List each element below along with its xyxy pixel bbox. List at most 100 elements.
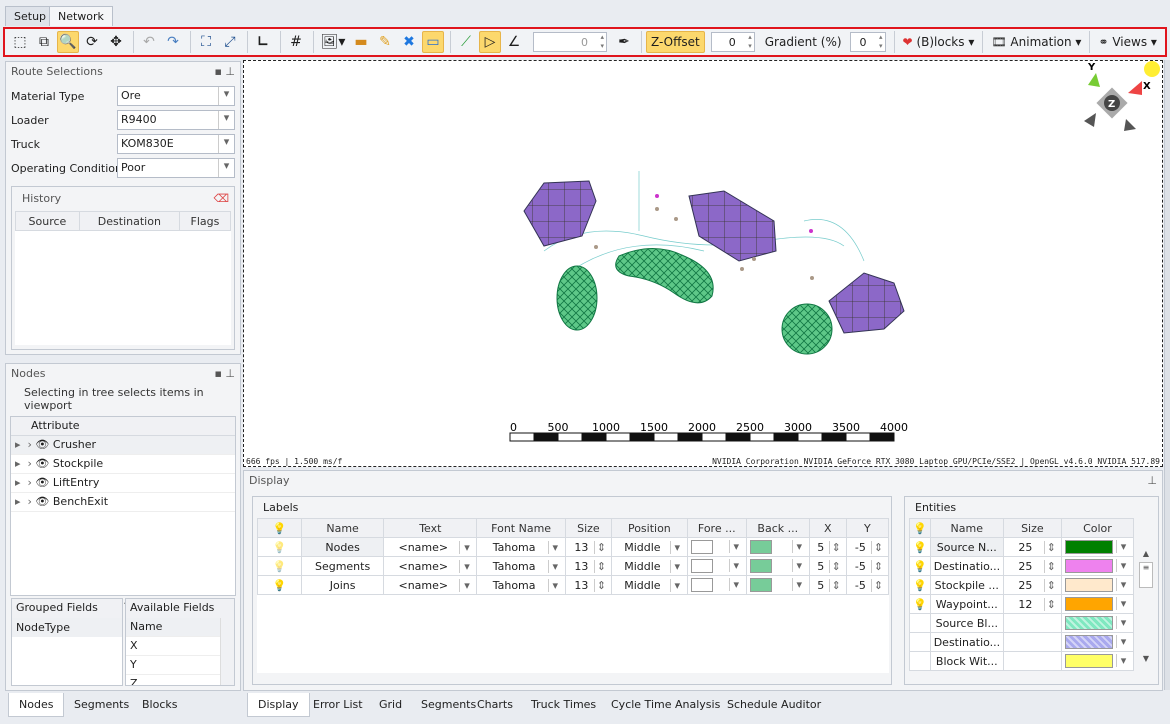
- node-tree-item[interactable]: ▸ › 👁 LiftEntry: [11, 474, 235, 493]
- attribute-header[interactable]: Attribute: [11, 417, 235, 436]
- label-text-select[interactable]: <name> ▾: [383, 537, 478, 557]
- y-offset-spinner[interactable]: -5 ⇕: [845, 575, 890, 595]
- bulb-icon[interactable]: [909, 632, 931, 652]
- node-tree-item[interactable]: ▸ › 👁 Crusher: [11, 436, 235, 455]
- labels-col[interactable]: Font Name: [476, 518, 566, 538]
- entity-row[interactable]: 💡 Stockpile ... 25 ⇕ ▾: [909, 575, 1135, 595]
- tab-setup[interactable]: Setup: [5, 6, 56, 26]
- font-select[interactable]: Tahoma ▾: [476, 537, 566, 557]
- fore-color-select[interactable]: ▾: [686, 556, 747, 576]
- labels-col[interactable]: Fore ...: [686, 518, 747, 538]
- loader-select[interactable]: R9400: [117, 110, 235, 130]
- entity-size[interactable]: 12 ⇕: [1002, 594, 1062, 614]
- numeric-input[interactable]: 0: [533, 32, 607, 52]
- left-tab-nodes[interactable]: Nodes: [8, 693, 65, 717]
- entity-color-select[interactable]: ▾: [1060, 632, 1135, 652]
- history-col-flags[interactable]: Flags: [178, 211, 232, 231]
- entity-color-select[interactable]: ▾: [1060, 594, 1135, 614]
- zoom-all-icon[interactable]: ⤢: [219, 31, 241, 53]
- bottom-tab-charts[interactable]: Charts: [467, 693, 523, 717]
- viewport[interactable]: 0 500 1000 1500 2000 2500 3000 3500 4000 Z Y X 6…: [243, 60, 1163, 467]
- back-color-select[interactable]: ▾: [745, 556, 810, 576]
- bulb-icon[interactable]: 💡: [257, 575, 302, 595]
- orbit-icon[interactable]: ⟳: [81, 31, 103, 53]
- panel-pin-icon[interactable]: ⊥: [1147, 474, 1157, 488]
- redo-icon[interactable]: ↷: [162, 31, 184, 53]
- node-select-icon[interactable]: ▷: [479, 31, 501, 53]
- animation-menu[interactable]: 🎞 Animation ▾: [987, 35, 1085, 49]
- entity-color-select[interactable]: ▾: [1060, 651, 1135, 671]
- bulb-icon[interactable]: 💡: [909, 575, 931, 595]
- bottom-tab-truck-times[interactable]: Truck Times: [521, 693, 606, 717]
- size-spinner[interactable]: 13 ⇕: [564, 575, 613, 595]
- entity-size[interactable]: [1002, 632, 1062, 652]
- undo-icon[interactable]: ↶: [138, 31, 160, 53]
- pencil-icon[interactable]: ✎: [374, 31, 396, 53]
- panel-pin-icon[interactable]: ▪ ⊥: [214, 65, 235, 79]
- zoom-icon[interactable]: 🔍: [57, 31, 79, 53]
- fore-color-select[interactable]: ▾: [686, 575, 747, 595]
- operating-conditions-select[interactable]: Poor: [117, 158, 235, 178]
- size-spinner[interactable]: 13 ⇕: [564, 537, 613, 557]
- panel-pin-icon[interactable]: ▪ ⊥: [214, 367, 235, 381]
- bottom-tab-display[interactable]: Display: [247, 693, 310, 717]
- image-dropdown-icon[interactable]: 🖼▾: [318, 31, 348, 53]
- ruler-icon[interactable]: ▬: [350, 31, 372, 53]
- truck-select[interactable]: KOM830E: [117, 134, 235, 154]
- back-color-select[interactable]: ▾: [745, 537, 810, 557]
- entity-row[interactable]: 💡 Waypoint... 12 ⇕ ▾: [909, 594, 1135, 614]
- eraser-icon[interactable]: ⌫: [213, 192, 229, 208]
- label-row[interactable]: 💡 Joins <name> ▾ Tahoma ▾ 13 ⇕ Middle ▾ ▾ ▾ 5 ⇕ -5 ⇕: [257, 575, 890, 595]
- bulb-col-icon[interactable]: 💡: [909, 518, 931, 538]
- bulb-icon[interactable]: 💡: [257, 537, 302, 557]
- history-col-destination[interactable]: Destination: [78, 211, 180, 231]
- left-tab-segments[interactable]: Segments: [64, 693, 139, 717]
- label-icon[interactable]: ▭: [422, 31, 444, 53]
- zoom-extents-icon[interactable]: ⛶: [195, 31, 217, 53]
- node-tree-item[interactable]: ▸ › 👁 BenchExit: [11, 493, 235, 512]
- labels-col[interactable]: Text: [383, 518, 478, 538]
- grid-icon[interactable]: #: [285, 31, 307, 53]
- position-select[interactable]: Middle ▾: [611, 556, 688, 576]
- label-text-select[interactable]: <name> ▾: [383, 556, 478, 576]
- entity-row[interactable]: 💡 Destinatio... 25 ⇕ ▾: [909, 556, 1135, 576]
- back-color-select[interactable]: ▾: [745, 575, 810, 595]
- material-type-select[interactable]: Ore: [117, 86, 235, 106]
- views-menu[interactable]: ⚭ Views ▾: [1094, 35, 1160, 49]
- z-offset-input[interactable]: 0: [710, 32, 755, 52]
- entity-row[interactable]: Source Bl... ▾: [909, 613, 1135, 633]
- history-col-source[interactable]: Source: [15, 211, 80, 231]
- font-select[interactable]: Tahoma ▾: [476, 575, 566, 595]
- eye-icon[interactable]: 👁: [35, 457, 49, 470]
- entity-size[interactable]: 25 ⇕: [1002, 575, 1062, 595]
- bottom-tab-schedule-auditor[interactable]: Schedule Auditor: [717, 693, 831, 717]
- zoom-window-icon[interactable]: ⧉: [33, 31, 55, 53]
- delete-icon[interactable]: ✖: [398, 31, 420, 53]
- entity-color-select[interactable]: ▾: [1060, 575, 1135, 595]
- bottom-tab-grid[interactable]: Grid: [369, 693, 412, 717]
- left-tab-blocks[interactable]: Blocks: [132, 693, 187, 717]
- entity-row[interactable]: Block Wit... ▾: [909, 651, 1135, 671]
- bulb-col-icon[interactable]: 💡: [257, 518, 302, 538]
- label-text-select[interactable]: <name> ▾: [383, 575, 478, 595]
- entity-size[interactable]: [1002, 613, 1062, 633]
- node-tree-item[interactable]: ▸ › 👁 Stockpile: [11, 455, 235, 474]
- x-offset-spinner[interactable]: 5 ⇕: [808, 575, 847, 595]
- available-field-item[interactable]: Y: [126, 656, 234, 675]
- bulb-icon[interactable]: [909, 651, 931, 671]
- bulb-icon[interactable]: 💡: [909, 556, 931, 576]
- eye-icon[interactable]: 👁: [35, 495, 49, 508]
- entities-col[interactable]: Color: [1060, 518, 1135, 538]
- bulb-icon[interactable]: 💡: [909, 594, 931, 614]
- label-row[interactable]: 💡 Segments <name> ▾ Tahoma ▾ 13 ⇕ Middle ▾ ▾ ▾ 5 ⇕ -5 ⇕: [257, 556, 890, 576]
- labels-col[interactable]: Back ...: [745, 518, 810, 538]
- bulb-icon[interactable]: 💡: [909, 537, 931, 557]
- available-scrollbar[interactable]: [220, 618, 234, 685]
- entity-color-select[interactable]: ▾: [1060, 537, 1135, 557]
- fore-color-select[interactable]: ▾: [686, 537, 747, 557]
- size-spinner[interactable]: 13 ⇕: [564, 556, 613, 576]
- z-offset-toggle[interactable]: Z-Offset: [646, 31, 705, 53]
- labels-col[interactable]: Name: [300, 518, 385, 538]
- y-offset-spinner[interactable]: -5 ⇕: [845, 537, 890, 557]
- bottom-tab-error-list[interactable]: Error List: [303, 693, 373, 717]
